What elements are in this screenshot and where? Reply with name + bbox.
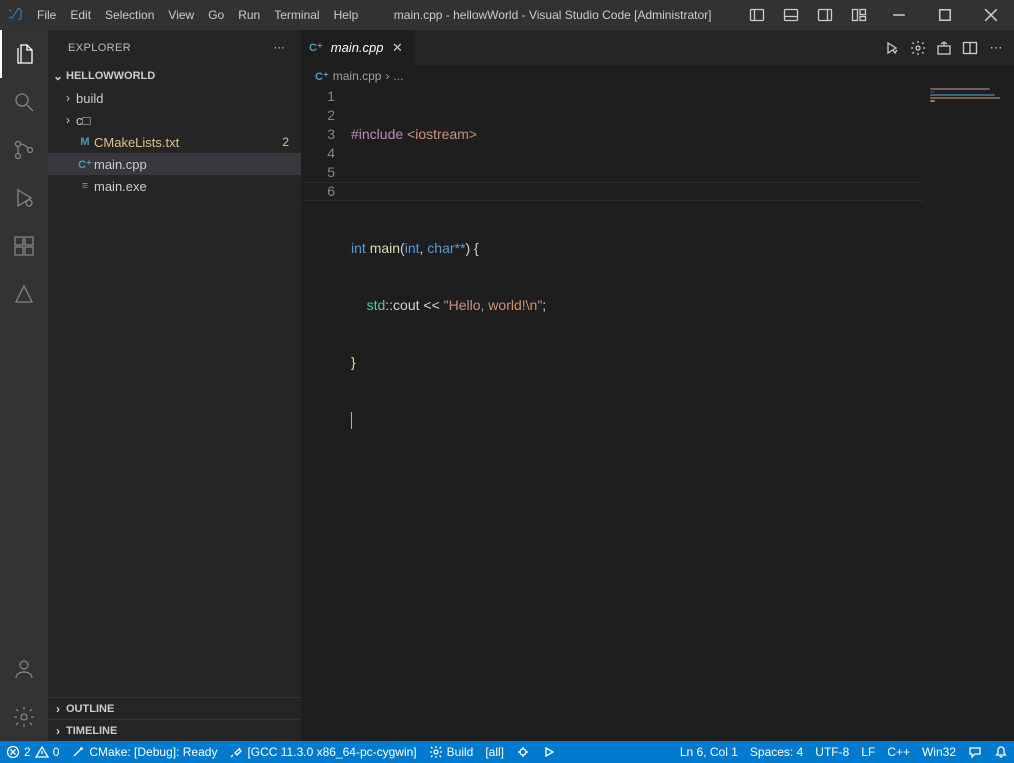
status-cmake-platform[interactable]: Win32 [916, 741, 962, 763]
code-editor[interactable]: 1 2 3 4 5 6 #include <iostream> int main… [301, 87, 1014, 741]
breadcrumb-separator: › [385, 69, 389, 83]
cpp-file-icon: C⁺ [309, 41, 323, 54]
tree-label: build [76, 91, 301, 106]
statusbar: 2 0 CMake: [Debug]: Ready [GCC 11.3.0 x8… [0, 741, 1014, 763]
text-cursor [351, 412, 352, 429]
timeline-label: TIMELINE [66, 725, 117, 737]
chevron-right-icon: › [50, 724, 66, 738]
menu-terminal[interactable]: Terminal [267, 0, 326, 30]
cpp-file-icon: C⁺ [76, 158, 94, 171]
error-count: 2 [24, 745, 31, 759]
status-feedback-icon[interactable] [962, 741, 988, 763]
minimap[interactable] [930, 87, 1000, 147]
cpp-file-icon: C⁺ [315, 70, 329, 83]
editor-more-icon[interactable]: ⋯ [984, 34, 1008, 62]
status-indentation[interactable]: Spaces: 4 [744, 741, 809, 763]
vscode-logo-icon [0, 6, 30, 25]
split-editor-icon[interactable] [958, 34, 982, 62]
modified-badge: 2 [282, 135, 289, 149]
chevron-right-icon: › [60, 113, 76, 127]
activity-source-control-icon[interactable] [0, 126, 48, 174]
tree-file-main-cpp[interactable]: C⁺ main.cpp [48, 153, 301, 175]
menu-selection[interactable]: Selection [98, 0, 161, 30]
editor-tabs: C⁺ main.cpp ✕ ⋯ [301, 30, 1014, 65]
activity-cmake-icon[interactable] [0, 270, 48, 318]
status-build-target[interactable]: [all] [479, 741, 510, 763]
status-cmake-kit[interactable]: [GCC 11.3.0 x86_64-pc-cygwin] [223, 741, 422, 763]
activity-search-icon[interactable] [0, 78, 48, 126]
build-target-label: [all] [485, 745, 504, 759]
tree-label: main.exe [94, 179, 301, 194]
activity-settings-icon[interactable] [0, 693, 48, 741]
menu-go[interactable]: Go [201, 0, 231, 30]
activity-run-debug-icon[interactable] [0, 174, 48, 222]
window-title: main.cpp - hellowWorld - Visual Studio C… [365, 8, 740, 22]
tree-label: CMakeLists.txt [94, 135, 282, 150]
status-encoding[interactable]: UTF-8 [809, 741, 855, 763]
status-language-mode[interactable]: C++ [881, 741, 916, 763]
editor-area: C⁺ main.cpp ✕ ⋯ C⁺ main.cpp › ... 1 2 [301, 30, 1014, 741]
status-cursor-position[interactable]: Ln 6, Col 1 [674, 741, 744, 763]
tree-label: c□ [76, 113, 301, 128]
menu-edit[interactable]: Edit [63, 0, 98, 30]
tree-file-main-exe[interactable]: ≡ main.exe [48, 175, 301, 197]
breadcrumb-file: main.cpp [333, 69, 382, 83]
tree-label: main.cpp [94, 157, 301, 172]
cmake-kit-label: [GCC 11.3.0 x86_64-pc-cygwin] [247, 745, 416, 759]
toggle-primary-sidebar-icon[interactable] [740, 0, 774, 30]
status-run-launch[interactable] [536, 741, 562, 763]
project-name: HELLOWWORLD [66, 70, 155, 82]
menu-view[interactable]: View [161, 0, 201, 30]
status-problems[interactable]: 2 0 [0, 741, 65, 763]
file-tree: › build › c□ M CMakeLists.txt 2 C⁺ main.… [48, 87, 301, 697]
window-close[interactable] [968, 0, 1014, 30]
build-label: Build [447, 745, 474, 759]
tree-folder-c[interactable]: › c□ [48, 109, 301, 131]
chevron-right-icon: › [50, 702, 66, 716]
warning-count: 0 [53, 745, 60, 759]
tree-folder-build[interactable]: › build [48, 87, 301, 109]
code-content[interactable]: #include <iostream> int main(int, char**… [351, 87, 1014, 741]
project-section-header[interactable]: ⌄ HELLOWWORLD [48, 65, 301, 87]
explorer-sidebar: EXPLORER ⋯ ⌄ HELLOWWORLD › build › c□ M … [48, 30, 301, 741]
menu-run[interactable]: Run [231, 0, 267, 30]
window-maximize[interactable] [922, 0, 968, 30]
cmake-status-label: CMake: [Debug]: Ready [89, 745, 217, 759]
tab-label: main.cpp [331, 40, 384, 55]
titlebar: File Edit Selection View Go Run Terminal… [0, 0, 1014, 30]
outline-section-header[interactable]: › OUTLINE [48, 697, 301, 719]
activity-bar [0, 30, 48, 741]
menu-file[interactable]: File [30, 0, 63, 30]
cmake-file-icon: M [76, 136, 94, 148]
sidebar-more-icon[interactable]: ⋯ [274, 41, 285, 54]
run-debug-dropdown-icon[interactable] [880, 34, 904, 62]
breadcrumb-ellipsis: ... [393, 69, 403, 83]
editor-open-changes-icon[interactable] [932, 34, 956, 62]
editor-settings-icon[interactable] [906, 34, 930, 62]
breadcrumb[interactable]: C⁺ main.cpp › ... [301, 65, 1014, 87]
outline-label: OUTLINE [66, 703, 114, 715]
chevron-down-icon: ⌄ [50, 69, 66, 83]
status-debug-launch[interactable] [510, 741, 536, 763]
exe-file-icon: ≡ [76, 180, 94, 192]
scrollbar[interactable] [1002, 87, 1014, 741]
sidebar-title: EXPLORER [68, 42, 131, 54]
tab-close-icon[interactable]: ✕ [390, 40, 406, 56]
activity-accounts-icon[interactable] [0, 645, 48, 693]
status-cmake-variant[interactable]: CMake: [Debug]: Ready [65, 741, 223, 763]
activity-extensions-icon[interactable] [0, 222, 48, 270]
customize-layout-icon[interactable] [842, 0, 876, 30]
tree-file-cmakelists[interactable]: M CMakeLists.txt 2 [48, 131, 301, 153]
toggle-secondary-sidebar-icon[interactable] [808, 0, 842, 30]
status-cmake-build[interactable]: Build [423, 741, 480, 763]
tab-main-cpp[interactable]: C⁺ main.cpp ✕ [301, 30, 415, 65]
chevron-right-icon: › [60, 91, 76, 105]
menu-help[interactable]: Help [327, 0, 366, 30]
status-notifications-icon[interactable] [988, 741, 1014, 763]
activity-explorer-icon[interactable] [0, 30, 48, 78]
toggle-panel-icon[interactable] [774, 0, 808, 30]
timeline-section-header[interactable]: › TIMELINE [48, 719, 301, 741]
status-eol[interactable]: LF [855, 741, 881, 763]
window-minimize[interactable] [876, 0, 922, 30]
